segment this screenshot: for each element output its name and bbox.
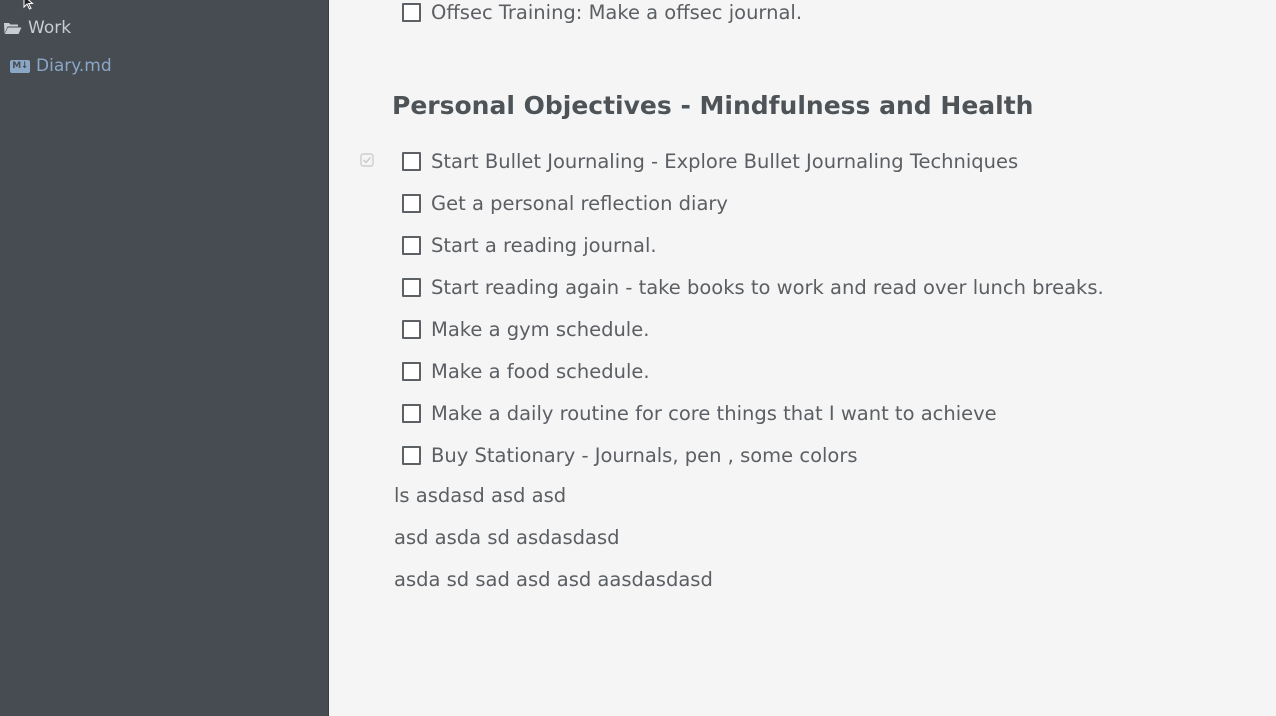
task-item: Start a reading journal. (402, 232, 657, 258)
task-checkbox[interactable] (402, 361, 421, 381)
file-item-diary[interactable]: M↓ Diary.md (10, 54, 112, 78)
mouse-cursor-icon (23, 0, 34, 10)
task-label: Offsec Training: Make a offsec journal. (431, 0, 803, 24)
checklist-gutter-icon[interactable] (360, 153, 374, 167)
file-label: Diary.md (36, 56, 112, 76)
task-item: Make a gym schedule. (402, 316, 649, 342)
task-label: Start Bullet Journaling - Explore Bullet… (431, 149, 1019, 173)
task-label: Make a daily routine for core things tha… (431, 401, 997, 425)
task-item: Buy Stationary - Journals, pen , some co… (402, 442, 858, 468)
paragraph: asd asda sd asdasdasd (394, 526, 620, 549)
task-label: Start a reading journal. (431, 233, 657, 257)
app-window: Work M↓ Diary.md Offsec Training: Make a… (0, 0, 1276, 716)
markdown-editor[interactable]: Offsec Training: Make a offsec journal. … (329, 0, 1276, 716)
file-tree-sidebar: Work M↓ Diary.md (0, 0, 329, 716)
task-item: Start Bullet Journaling - Explore Bullet… (402, 148, 1018, 174)
task-checkbox[interactable] (402, 235, 421, 255)
task-item: Start reading again - take books to work… (402, 274, 1104, 300)
task-item: Get a personal reflection diary (402, 190, 728, 216)
markdown-badge: M↓ (12, 61, 28, 71)
task-label: Make a food schedule. (431, 359, 650, 383)
task-checkbox[interactable] (402, 319, 421, 339)
task-label: Start reading again - take books to work… (431, 275, 1104, 299)
task-item: Offsec Training: Make a offsec journal. (402, 0, 802, 25)
task-checkbox[interactable] (402, 445, 421, 465)
folder-open-icon (4, 23, 22, 34)
paragraph: ls asdasd asd asd (394, 484, 567, 507)
task-checkbox[interactable] (402, 193, 421, 213)
section-heading: Personal Objectives - Mindfulness and He… (392, 91, 1034, 120)
task-checkbox[interactable] (402, 277, 421, 297)
task-label: Make a gym schedule. (431, 317, 650, 341)
task-item: Make a daily routine for core things tha… (402, 400, 997, 426)
task-label: Get a personal reflection diary (431, 191, 728, 215)
folder-label: Work (28, 18, 72, 38)
paragraph: asda sd sad asd asd aasdasdasd (394, 568, 713, 591)
task-label: Buy Stationary - Journals, pen , some co… (431, 443, 858, 467)
task-checkbox[interactable] (402, 151, 421, 171)
task-item: Make a food schedule. (402, 358, 650, 384)
task-checkbox[interactable] (402, 403, 421, 423)
markdown-icon: M↓ (10, 59, 30, 73)
folder-item-work[interactable]: Work (3, 16, 71, 40)
task-checkbox[interactable] (402, 2, 421, 22)
